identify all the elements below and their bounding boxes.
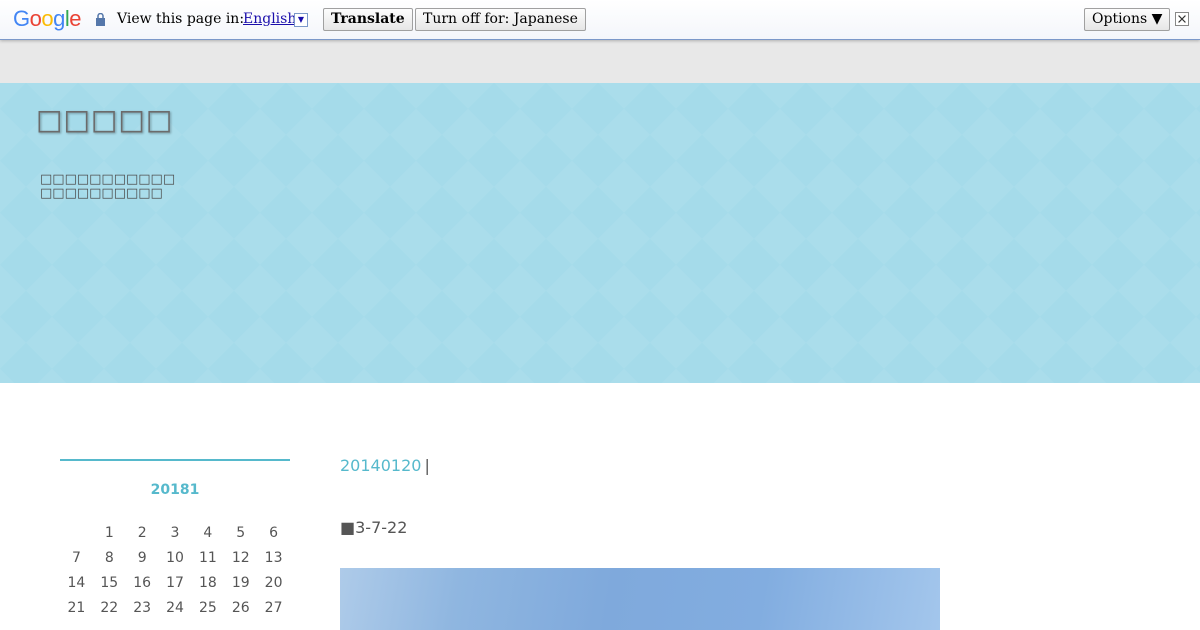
view-page-label: View this page in: bbox=[117, 11, 245, 27]
chevron-down-icon[interactable]: ▼ bbox=[294, 13, 308, 27]
calendar-day: 5 bbox=[236, 525, 246, 541]
calendar-day: 2 bbox=[137, 525, 147, 541]
calendar-widget: 20181 1 2 3 4 5 6 7 8 9 10 11 12 13 14 15 16 17 18 19 20 21 2… bbox=[60, 459, 290, 625]
calendar-day: 10 bbox=[166, 550, 184, 566]
site-description-line: □□□□□□□□□□□ bbox=[40, 172, 176, 187]
calendar-day: 22 bbox=[100, 600, 119, 616]
calendar-day: 20 bbox=[264, 575, 283, 591]
calendar-day: 25 bbox=[198, 600, 217, 616]
calendar-day: 7 bbox=[71, 550, 81, 566]
calendar-divider bbox=[60, 459, 290, 461]
calendar-day: 16 bbox=[133, 575, 152, 591]
logo-letter: o bbox=[29, 6, 42, 31]
lock-icon bbox=[96, 13, 105, 26]
calendar-day: 1 bbox=[104, 525, 114, 541]
site-description-line: □□□□□□□□□□ bbox=[40, 186, 163, 201]
calendar-caption: 20181 bbox=[150, 482, 200, 498]
calendar-day: 9 bbox=[137, 550, 147, 566]
site-description: □□□□□□□□□□□ □□□□□□□□□□ bbox=[40, 173, 175, 201]
calendar-week-row: 7 8 9 10 11 12 13 bbox=[60, 550, 290, 575]
calendar-day: 12 bbox=[231, 550, 250, 566]
language-select[interactable]: English bbox=[243, 11, 296, 27]
logo-letter: G bbox=[13, 6, 30, 31]
calendar-day: 14 bbox=[67, 575, 86, 591]
turn-off-button[interactable]: Turn off for: Japanese bbox=[415, 8, 586, 31]
calendar-day: 11 bbox=[198, 550, 217, 566]
post-image bbox=[340, 568, 940, 630]
calendar-day: 13 bbox=[264, 550, 283, 566]
calendar-day: 19 bbox=[231, 575, 250, 591]
calendar-week-row: 14 15 16 17 18 19 20 bbox=[60, 575, 290, 600]
calendar-grid: 1 2 3 4 5 6 7 8 9 10 11 12 13 14 15 16 17 18 19 20 21 22 23 24 2… bbox=[60, 525, 290, 625]
site-title[interactable]: □□□□□ bbox=[36, 103, 173, 136]
calendar-week-row: 21 22 23 24 25 26 27 bbox=[60, 600, 290, 625]
post-heading: ■3-7-22 bbox=[340, 518, 408, 537]
calendar-day: 17 bbox=[166, 575, 184, 591]
post-meta: 20140120 | bbox=[340, 456, 430, 475]
calendar-day: 6 bbox=[269, 525, 279, 541]
calendar-day: 15 bbox=[100, 575, 119, 591]
calendar-day: 8 bbox=[104, 550, 114, 566]
calendar-day: 26 bbox=[231, 600, 250, 616]
google-logo: Google bbox=[13, 6, 82, 32]
calendar-day: 23 bbox=[133, 600, 152, 616]
post-separator: | bbox=[424, 456, 430, 475]
calendar-day: 24 bbox=[166, 600, 184, 616]
logo-letter: o bbox=[41, 6, 54, 31]
calendar-day: 4 bbox=[203, 525, 213, 541]
logo-letter: g bbox=[53, 6, 65, 31]
calendar-week-row: 1 2 3 4 5 6 bbox=[60, 525, 290, 550]
translate-button[interactable]: Translate bbox=[323, 8, 413, 31]
post-date-link[interactable]: 20140120 bbox=[340, 456, 421, 475]
calendar-day: 27 bbox=[264, 600, 283, 616]
header-banner: □□□□□ □□□□□□□□□□□ □□□□□□□□□□ bbox=[0, 83, 1200, 383]
logo-letter: e bbox=[69, 6, 82, 31]
calendar-day bbox=[60, 525, 93, 550]
calendar-day: 18 bbox=[198, 575, 217, 591]
top-strip bbox=[0, 40, 1200, 83]
calendar-day: 21 bbox=[67, 600, 86, 616]
close-icon[interactable] bbox=[1175, 12, 1189, 26]
calendar-day: 3 bbox=[170, 525, 180, 541]
options-button[interactable]: Options ▼ bbox=[1084, 8, 1171, 31]
translate-bar: Google View this page in: English ▼ Tran… bbox=[0, 0, 1200, 40]
